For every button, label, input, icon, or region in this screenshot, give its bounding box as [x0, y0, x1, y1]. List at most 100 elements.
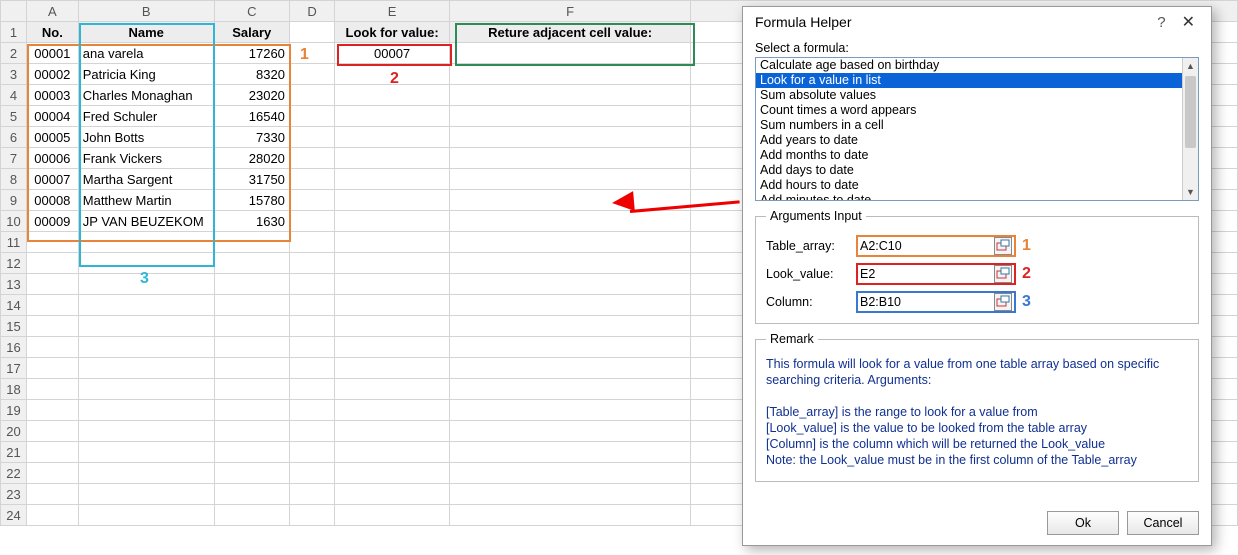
- row-header[interactable]: 15: [1, 316, 27, 337]
- col-header-D[interactable]: D: [289, 1, 334, 22]
- cell[interactable]: [449, 211, 690, 232]
- cell[interactable]: [449, 106, 690, 127]
- cell[interactable]: ana varela: [78, 43, 214, 64]
- col-header-E[interactable]: E: [335, 1, 450, 22]
- range-picker-icon[interactable]: [994, 293, 1012, 311]
- cell[interactable]: No.: [26, 22, 78, 43]
- row-header[interactable]: 16: [1, 337, 27, 358]
- row-header[interactable]: 1: [1, 22, 27, 43]
- help-button[interactable]: ?: [1149, 14, 1173, 31]
- arg-input[interactable]: [860, 267, 994, 281]
- formula-listbox[interactable]: Calculate age based on birthdayLook for …: [755, 57, 1199, 201]
- formula-item[interactable]: Calculate age based on birthday: [756, 58, 1182, 73]
- scroll-thumb[interactable]: [1185, 76, 1196, 148]
- cell[interactable]: 1630: [214, 211, 289, 232]
- cell[interactable]: Frank Vickers: [78, 148, 214, 169]
- cell[interactable]: 00003: [26, 85, 78, 106]
- cell[interactable]: [335, 169, 450, 190]
- cell[interactable]: 00008: [26, 190, 78, 211]
- formula-item[interactable]: Look for a value in list: [756, 73, 1182, 88]
- cell[interactable]: 7330: [214, 127, 289, 148]
- formula-item[interactable]: Sum numbers in a cell: [756, 118, 1182, 133]
- cell[interactable]: 00006: [26, 148, 78, 169]
- cell[interactable]: [335, 106, 450, 127]
- formula-item[interactable]: Add hours to date: [756, 178, 1182, 193]
- cell[interactable]: [335, 148, 450, 169]
- col-header-F[interactable]: F: [449, 1, 690, 22]
- cell[interactable]: 00009: [26, 211, 78, 232]
- cell[interactable]: [449, 64, 690, 85]
- cell[interactable]: [449, 148, 690, 169]
- ok-button[interactable]: Ok: [1047, 511, 1119, 535]
- cell[interactable]: 8320: [214, 64, 289, 85]
- arg-input[interactable]: [860, 295, 994, 309]
- cell[interactable]: 00002: [26, 64, 78, 85]
- row-header[interactable]: 22: [1, 463, 27, 484]
- row-header[interactable]: 24: [1, 505, 27, 526]
- row-header[interactable]: 3: [1, 64, 27, 85]
- row-header[interactable]: 6: [1, 127, 27, 148]
- row-header[interactable]: 21: [1, 442, 27, 463]
- row-header[interactable]: 2: [1, 43, 27, 64]
- cell[interactable]: [289, 85, 334, 106]
- cell[interactable]: Charles Monaghan: [78, 85, 214, 106]
- cell[interactable]: Name: [78, 22, 214, 43]
- col-header-C[interactable]: C: [214, 1, 289, 22]
- row-header[interactable]: 5: [1, 106, 27, 127]
- scroll-up-icon[interactable]: ▲: [1183, 58, 1198, 74]
- arg-input[interactable]: [860, 239, 994, 253]
- dialog-titlebar[interactable]: Formula Helper ? ✕: [743, 7, 1211, 37]
- cell[interactable]: [289, 127, 334, 148]
- formula-item[interactable]: Add months to date: [756, 148, 1182, 163]
- cell[interactable]: 28020: [214, 148, 289, 169]
- cell[interactable]: 00005: [26, 127, 78, 148]
- cell[interactable]: 00007: [26, 169, 78, 190]
- cell[interactable]: 16540: [214, 106, 289, 127]
- row-header[interactable]: 12: [1, 253, 27, 274]
- select-all-corner[interactable]: [1, 1, 27, 22]
- row-header[interactable]: 8: [1, 169, 27, 190]
- formula-item[interactable]: Count times a word appears: [756, 103, 1182, 118]
- row-header[interactable]: 9: [1, 190, 27, 211]
- cell[interactable]: [289, 148, 334, 169]
- cell[interactable]: Salary: [214, 22, 289, 43]
- cell[interactable]: [289, 64, 334, 85]
- row-header[interactable]: 14: [1, 295, 27, 316]
- row-header[interactable]: 23: [1, 484, 27, 505]
- row-header[interactable]: 13: [1, 274, 27, 295]
- cell[interactable]: Martha Sargent: [78, 169, 214, 190]
- cell[interactable]: [289, 211, 334, 232]
- scroll-down-icon[interactable]: ▼: [1183, 184, 1198, 200]
- cell[interactable]: 00001: [26, 43, 78, 64]
- cell[interactable]: JP VAN BEUZEKOM: [78, 211, 214, 232]
- cancel-button[interactable]: Cancel: [1127, 511, 1199, 535]
- cell[interactable]: Patricia King: [78, 64, 214, 85]
- col-header-A[interactable]: A: [26, 1, 78, 22]
- row-header[interactable]: 7: [1, 148, 27, 169]
- cell[interactable]: [289, 43, 334, 64]
- cell[interactable]: [449, 85, 690, 106]
- col-header-B[interactable]: B: [78, 1, 214, 22]
- formula-item[interactable]: Add minutes to date: [756, 193, 1182, 201]
- cell[interactable]: [449, 43, 690, 64]
- close-button[interactable]: ✕: [1174, 12, 1203, 32]
- cell[interactable]: Fred Schuler: [78, 106, 214, 127]
- cell[interactable]: 00004: [26, 106, 78, 127]
- cell[interactable]: 31750: [214, 169, 289, 190]
- row-header[interactable]: 10: [1, 211, 27, 232]
- cell[interactable]: [335, 211, 450, 232]
- cell[interactable]: Matthew Martin: [78, 190, 214, 211]
- row-header[interactable]: 18: [1, 379, 27, 400]
- cell[interactable]: [289, 106, 334, 127]
- scrollbar[interactable]: ▲ ▼: [1182, 58, 1198, 200]
- cell[interactable]: 23020: [214, 85, 289, 106]
- cell[interactable]: [449, 169, 690, 190]
- cell-lookfor-label[interactable]: Look for value:: [335, 22, 450, 43]
- row-header[interactable]: 17: [1, 358, 27, 379]
- cell[interactable]: [289, 190, 334, 211]
- cell[interactable]: 15780: [214, 190, 289, 211]
- range-picker-icon[interactable]: [994, 265, 1012, 283]
- cell[interactable]: 17260: [214, 43, 289, 64]
- cell[interactable]: [449, 127, 690, 148]
- range-picker-icon[interactable]: [994, 237, 1012, 255]
